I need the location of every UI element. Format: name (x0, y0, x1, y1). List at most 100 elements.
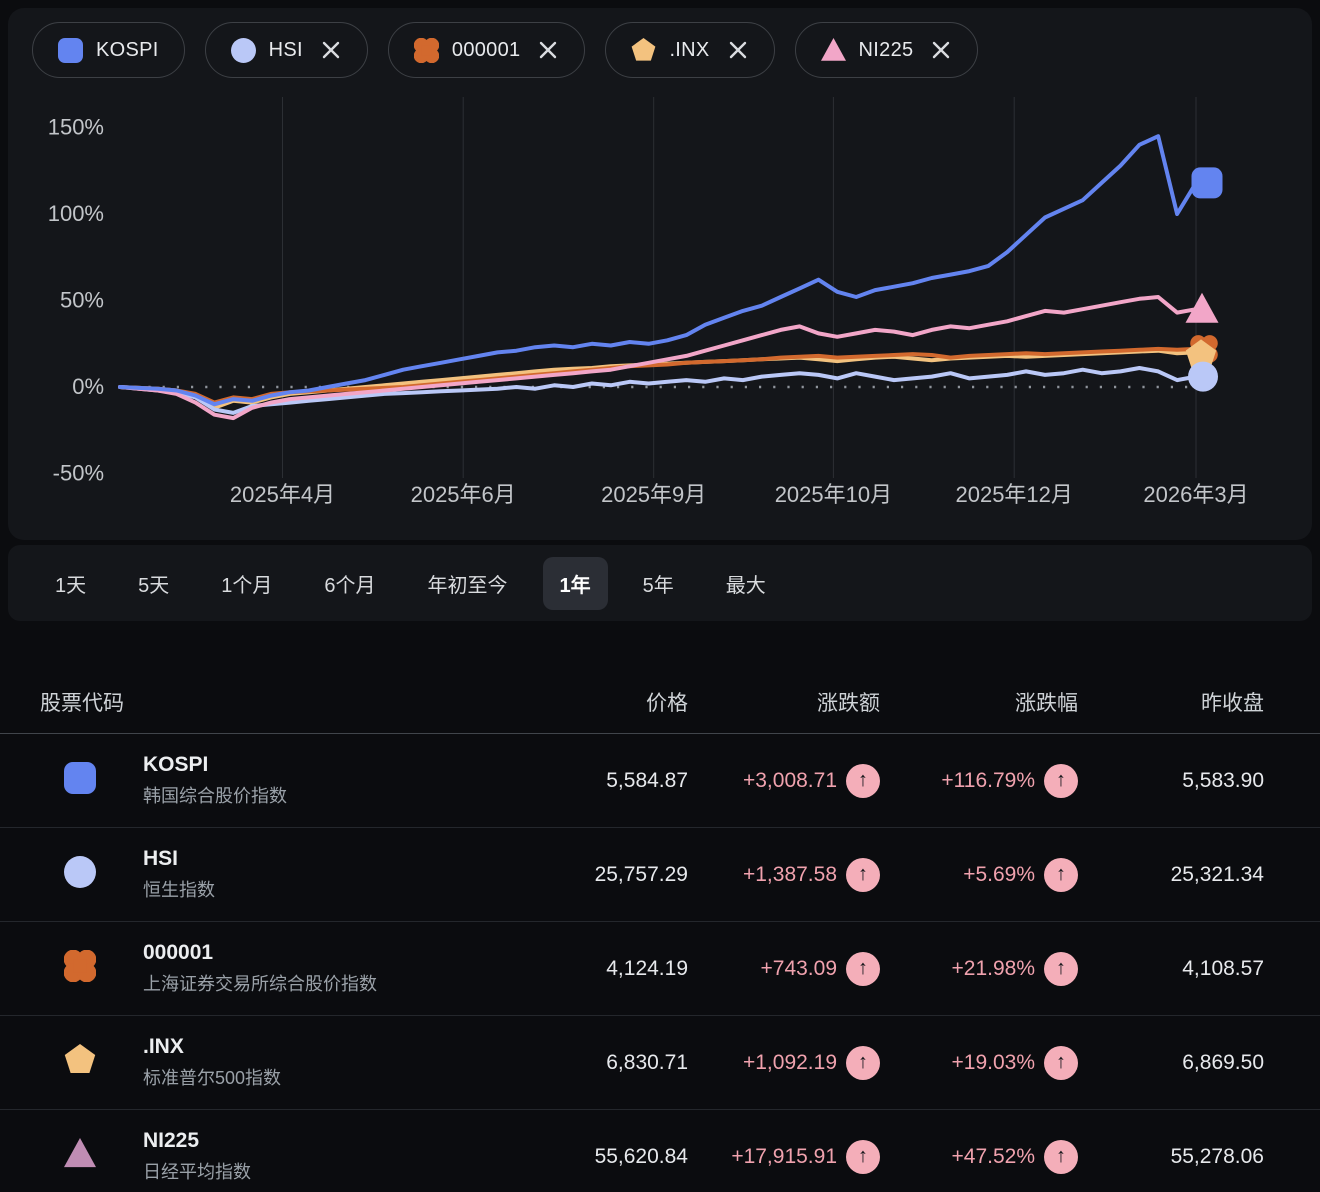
time-range-1[interactable]: 5天 (121, 557, 186, 610)
change-value: +743.09↑ (688, 952, 880, 986)
comparison-chart[interactable]: 150%100%50%0%-50%2025年4月2025年6月2025年9月20… (0, 95, 1320, 527)
svg-text:50%: 50% (60, 288, 104, 313)
chip-.INX[interactable]: .INX (605, 22, 774, 78)
row-symbol-icon (40, 1044, 143, 1081)
column-header: 昨收盘 (1078, 687, 1264, 717)
up-arrow-icon: ↑ (846, 1046, 880, 1080)
chip-.INX-close-icon[interactable] (727, 39, 749, 61)
price-value: 5,584.87 (528, 769, 688, 793)
symbol-ticker: NI225 (143, 1129, 528, 1153)
svg-text:100%: 100% (48, 201, 104, 226)
column-header: 股票代码 (40, 687, 528, 717)
svg-text:2025年9月: 2025年9月 (601, 482, 706, 507)
time-range-2[interactable]: 1个月 (204, 557, 289, 610)
symbol-chips: KOSPI HSI 000001 .INX NI225 (32, 22, 978, 78)
up-arrow-icon: ↑ (846, 858, 880, 892)
chip-label: NI225 (859, 39, 914, 62)
KOSPI-square-icon (64, 762, 96, 794)
svg-text:-50%: -50% (53, 461, 104, 486)
chip-NI225-close-icon[interactable] (930, 39, 952, 61)
symbol-name: 标准普尔500指数 (143, 1064, 528, 1090)
change-pct-value: +21.98%↑ (880, 952, 1078, 986)
svg-text:2025年10月: 2025年10月 (775, 482, 892, 507)
prev-close-value: 5,583.90 (1078, 769, 1264, 793)
NI225-end-marker (1186, 293, 1219, 323)
price-value: 25,757.29 (528, 863, 688, 887)
time-range-3[interactable]: 6个月 (307, 557, 392, 610)
change-value: +3,008.71↑ (688, 764, 880, 798)
up-arrow-icon: ↑ (1044, 1046, 1078, 1080)
price-value: 6,830.71 (528, 1051, 688, 1075)
up-arrow-icon: ↑ (1044, 858, 1078, 892)
time-range-0[interactable]: 1天 (38, 557, 103, 610)
time-range-7[interactable]: 最大 (709, 557, 783, 610)
row-symbol-icon (40, 1138, 143, 1175)
table-row-.INX[interactable]: .INX 标准普尔500指数6,830.71+1,092.19↑+19.03%↑6… (0, 1016, 1320, 1110)
symbol-ticker: .INX (143, 1035, 528, 1059)
chip-label: KOSPI (96, 39, 159, 62)
row-symbol-icon (40, 856, 143, 893)
price-value: 4,124.19 (528, 957, 688, 981)
change-value: +1,092.19↑ (688, 1046, 880, 1080)
symbol-ticker: HSI (143, 847, 528, 871)
time-range-6[interactable]: 5年 (626, 557, 691, 610)
chip-000001-close-icon[interactable] (537, 39, 559, 61)
up-arrow-icon: ↑ (1044, 764, 1078, 798)
quote-table-header: 股票代码价格涨跌额涨跌幅昨收盘 (0, 650, 1320, 734)
up-arrow-icon: ↑ (1044, 952, 1078, 986)
chip-label: HSI (269, 39, 303, 62)
table-row-KOSPI[interactable]: KOSPI韩国综合股价指数5,584.87+3,008.71↑+116.79%↑… (0, 734, 1320, 828)
table-row-NI225[interactable]: NI225 日经平均指数55,620.84+17,915.91↑+47.52%↑5… (0, 1110, 1320, 1192)
change-pct-value: +19.03%↑ (880, 1046, 1078, 1080)
symbol-name: 日经平均指数 (143, 1158, 528, 1184)
chip-NI225[interactable]: NI225 (795, 22, 979, 78)
quote-table: 股票代码价格涨跌额涨跌幅昨收盘 KOSPI韩国综合股价指数5,584.87+3,… (0, 650, 1320, 1192)
NI225-triangle-icon (821, 38, 846, 63)
prev-close-value: 4,108.57 (1078, 957, 1264, 981)
HSI-circle-icon (231, 38, 256, 63)
close-icon[interactable] (537, 39, 559, 61)
chip-label: .INX (669, 39, 709, 62)
price-value: 55,620.84 (528, 1145, 688, 1169)
svg-text:2025年6月: 2025年6月 (411, 482, 516, 507)
000001-clover-icon (414, 38, 439, 63)
up-arrow-icon: ↑ (846, 1140, 880, 1174)
change-pct-value: +116.79%↑ (880, 764, 1078, 798)
column-header: 涨跌额 (688, 687, 880, 717)
up-arrow-icon: ↑ (846, 952, 880, 986)
quote-table-body: KOSPI韩国综合股价指数5,584.87+3,008.71↑+116.79%↑… (0, 734, 1320, 1192)
NI225-triangle-icon (64, 1138, 96, 1170)
change-value: +17,915.91↑ (688, 1140, 880, 1174)
change-value: +1,387.58↑ (688, 858, 880, 892)
chip-000001[interactable]: 000001 (388, 22, 586, 78)
column-header: 涨跌幅 (880, 687, 1078, 717)
chip-label: 000001 (452, 39, 521, 62)
up-arrow-icon: ↑ (846, 764, 880, 798)
close-icon[interactable] (727, 39, 749, 61)
.INX-pentagon-icon (631, 38, 656, 63)
.INX-pentagon-icon (64, 1044, 96, 1076)
symbol-name: 上海证券交易所综合股价指数 (143, 970, 528, 996)
symbol-name: 恒生指数 (143, 876, 528, 902)
close-icon[interactable] (320, 39, 342, 61)
svg-text:2025年4月: 2025年4月 (230, 482, 335, 507)
table-row-HSI[interactable]: HSI恒生指数25,757.29+1,387.58↑+5.69%↑25,321.… (0, 828, 1320, 922)
symbol-ticker: KOSPI (143, 753, 528, 777)
time-range-4[interactable]: 年初至今 (411, 557, 525, 610)
chip-KOSPI[interactable]: KOSPI (32, 22, 185, 78)
svg-text:150%: 150% (48, 115, 104, 140)
prev-close-value: 55,278.06 (1078, 1145, 1264, 1169)
row-symbol-icon (40, 950, 143, 987)
KOSPI-end-marker (1192, 167, 1223, 198)
time-range-5[interactable]: 1年 (543, 557, 608, 610)
table-row-000001[interactable]: 000001上海证券交易所综合股价指数4,124.19+743.09↑+21.9… (0, 922, 1320, 1016)
prev-close-value: 6,869.50 (1078, 1051, 1264, 1075)
change-pct-value: +47.52%↑ (880, 1140, 1078, 1174)
chip-HSI[interactable]: HSI (205, 22, 368, 78)
close-icon[interactable] (930, 39, 952, 61)
KOSPI-square-icon (58, 38, 83, 63)
up-arrow-icon: ↑ (1044, 1140, 1078, 1174)
chip-HSI-close-icon[interactable] (320, 39, 342, 61)
prev-close-value: 25,321.34 (1078, 863, 1264, 887)
svg-text:2025年12月: 2025年12月 (955, 482, 1072, 507)
